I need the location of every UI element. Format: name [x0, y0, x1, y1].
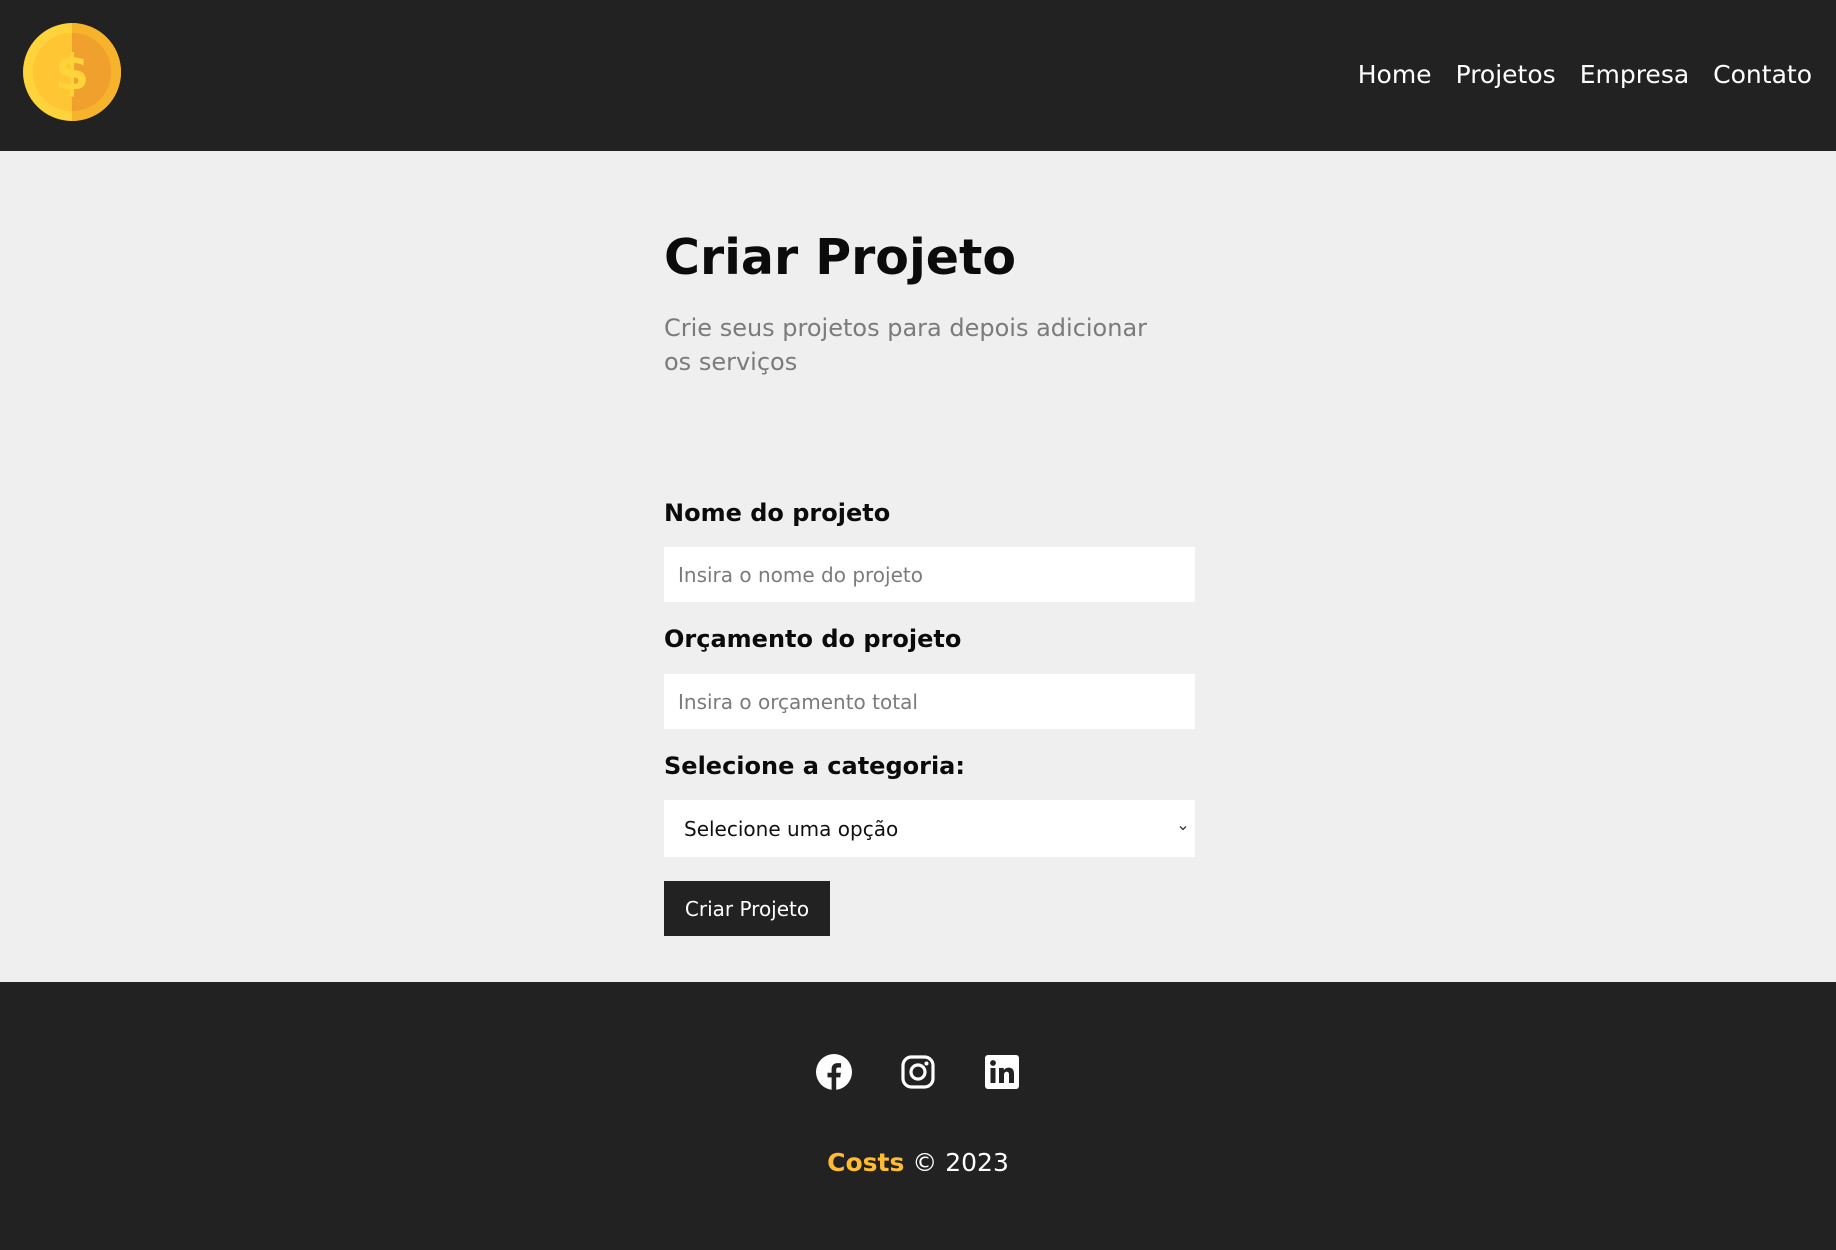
category-select[interactable]: Selecione uma opção	[664, 800, 1195, 857]
page-title: Criar Projeto	[664, 229, 1017, 286]
project-name-label: Nome do projeto	[664, 499, 891, 527]
nav-item-empresa: Empresa	[1580, 58, 1689, 92]
nav-link-projetos[interactable]: Projetos	[1456, 58, 1556, 92]
category-label: Selecione a categoria:	[664, 752, 965, 780]
social-linkedin[interactable]	[984, 1054, 1020, 1090]
create-project-button[interactable]: Criar Projeto	[664, 881, 830, 936]
nav-item-contato: Contato	[1713, 58, 1812, 92]
new-project-container: Criar Projeto Crie seus projetos para de…	[664, 225, 1195, 936]
project-name-input[interactable]	[664, 547, 1195, 602]
nav-link-contato[interactable]: Contato	[1713, 58, 1812, 92]
copyright-text: © 2023	[912, 1148, 1009, 1177]
project-budget-input[interactable]	[664, 674, 1195, 729]
footer: Costs © 2023	[0, 982, 1836, 1250]
navbar: $ Home Projetos Empresa Contato	[0, 0, 1836, 151]
social-links	[0, 1054, 1836, 1090]
gold-coin-dollar-icon: $	[23, 23, 121, 121]
social-instagram[interactable]	[900, 1054, 936, 1090]
brand-name: Costs	[827, 1148, 905, 1177]
nav-item-home: Home	[1358, 58, 1432, 92]
linkedin-icon	[985, 1055, 1019, 1089]
chevron-down-icon	[1179, 826, 1187, 831]
main-content: Criar Projeto Crie seus projetos para de…	[0, 151, 1836, 982]
project-budget-label: Orçamento do projeto	[664, 625, 962, 653]
page-subtitle: Crie seus projetos para depois adicionar…	[664, 314, 1148, 376]
facebook-icon	[816, 1054, 852, 1090]
nav-menu: Home Projetos Empresa Contato	[1358, 58, 1812, 92]
copyright: Costs © 2023	[0, 1146, 1836, 1180]
svg-text:$: $	[55, 45, 89, 102]
category-select-value: Selecione uma opção	[684, 816, 899, 841]
nav-link-home[interactable]: Home	[1358, 58, 1432, 92]
social-facebook[interactable]	[816, 1054, 852, 1090]
nav-link-empresa[interactable]: Empresa	[1580, 58, 1689, 92]
nav-item-projetos: Projetos	[1456, 58, 1556, 92]
instagram-icon	[901, 1055, 935, 1089]
